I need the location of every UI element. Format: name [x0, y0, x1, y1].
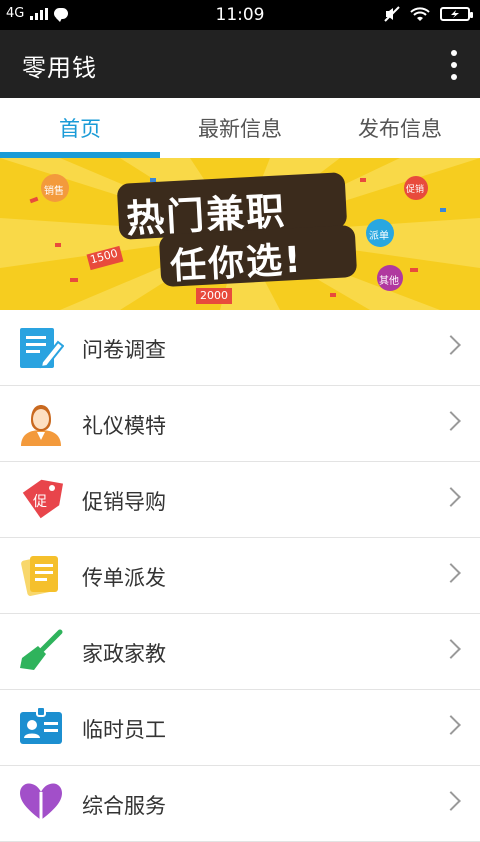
list-item-services[interactable]: 综合服务	[0, 766, 480, 842]
mute-icon	[384, 6, 400, 22]
bubble-promo-label: 促销	[406, 185, 425, 195]
list-item-flyer[interactable]: 传单派发	[0, 538, 480, 614]
list-item-label: 临时员工	[82, 718, 166, 742]
svg-text:促: 促	[33, 494, 47, 510]
list-item-label: 家政家教	[82, 642, 166, 666]
chevron-right-icon	[441, 639, 461, 659]
broom-icon	[20, 629, 63, 670]
tab-bar: 首页 最新信息 发布信息	[0, 98, 480, 158]
list-item-temp-staff[interactable]: 临时员工	[0, 690, 480, 766]
list-item-label: 问卷调查	[82, 338, 166, 362]
app-bar: 零用钱	[0, 30, 480, 98]
list-item-label: 传单派发	[82, 566, 166, 590]
chevron-right-icon	[441, 487, 461, 507]
flyer-icon	[21, 556, 58, 596]
bubble-other-label: 其他	[379, 276, 399, 287]
chevron-right-icon	[441, 791, 461, 811]
list-item-label: 礼仪模特	[82, 414, 166, 438]
chevron-right-icon	[441, 411, 461, 431]
list-item-label: 综合服务	[82, 794, 166, 818]
survey-icon	[20, 328, 64, 369]
badge-icon	[20, 706, 62, 744]
chevron-right-icon	[441, 563, 461, 583]
tab-publish[interactable]: 发布信息	[320, 98, 480, 158]
list-item-survey[interactable]: 问卷调查	[0, 310, 480, 386]
category-list: 问卷调查 礼仪模特 促 促销导购 传单派发 家政家教 临时员工 综合服务	[0, 310, 480, 842]
list-item-model[interactable]: 礼仪模特	[0, 386, 480, 462]
bubble-sales-label: 销售	[44, 186, 64, 197]
tab-home[interactable]: 首页	[0, 98, 160, 158]
chevron-right-icon	[441, 335, 461, 355]
wifi-icon	[410, 7, 430, 21]
chip-2000: 2000	[200, 289, 228, 302]
battery-icon	[440, 7, 473, 21]
model-icon	[21, 405, 61, 446]
status-right	[384, 6, 473, 22]
chevron-right-icon	[441, 715, 461, 735]
status-bar: 4G 11:09	[0, 0, 480, 30]
promo-tag-icon: 促	[22, 479, 64, 519]
list-item-promo[interactable]: 促 促销导购	[0, 462, 480, 538]
promo-banner[interactable]: 销售 促销 派单 其他 1500 2000 热门兼职 任你选!	[0, 158, 480, 310]
app-title: 零用钱	[22, 54, 97, 82]
bubble-flyer-label: 派单	[369, 231, 389, 242]
tab-latest[interactable]: 最新信息	[160, 98, 320, 158]
list-item-housekeeping[interactable]: 家政家教	[0, 614, 480, 690]
service-icon	[20, 783, 62, 820]
banner-headline-2: 任你选!	[169, 239, 304, 288]
list-item-label: 促销导购	[82, 490, 166, 514]
overflow-menu-icon[interactable]	[450, 50, 458, 80]
